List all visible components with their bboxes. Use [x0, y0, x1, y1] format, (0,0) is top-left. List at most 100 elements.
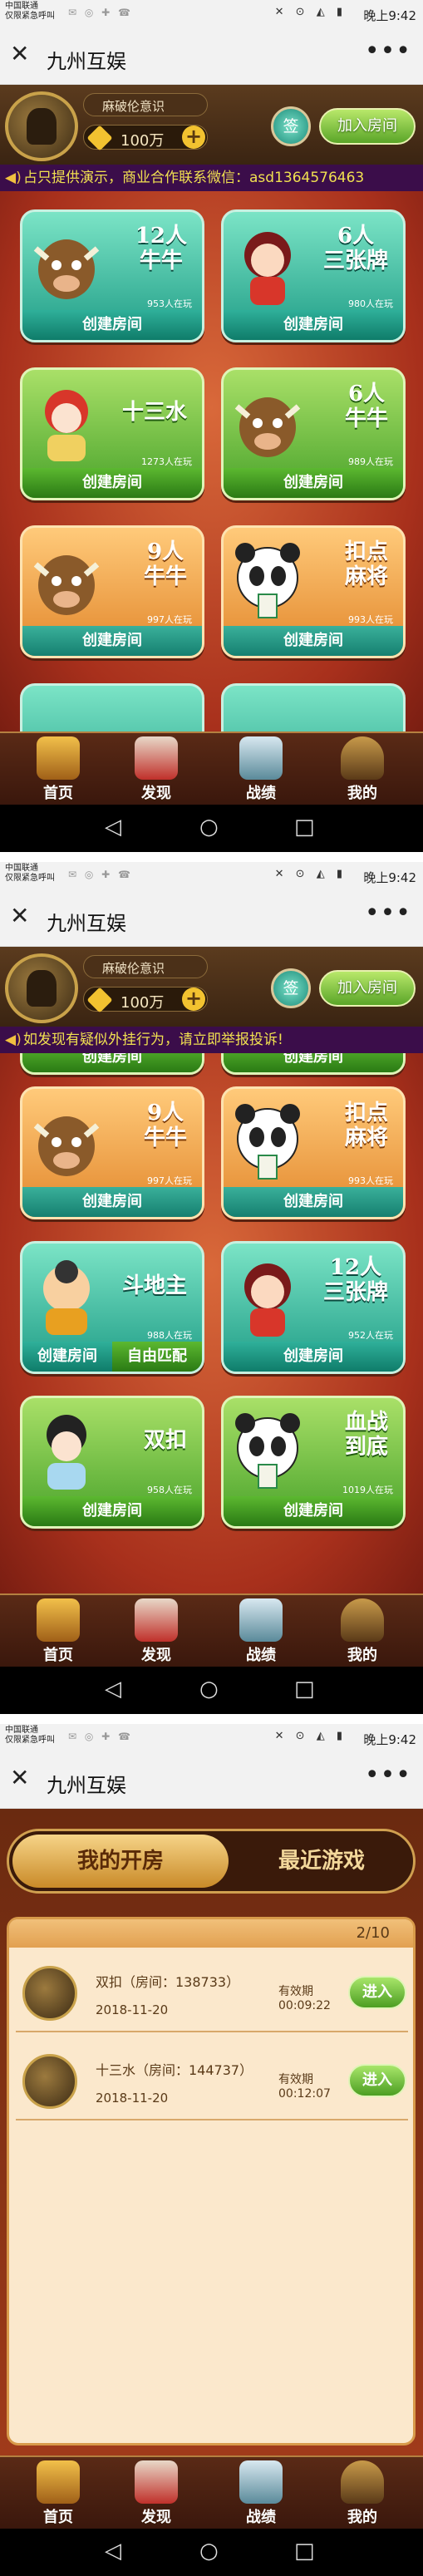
create-room-button[interactable]: 创建房间	[224, 626, 403, 656]
back-icon[interactable]: ◁	[105, 1677, 121, 1702]
more-icon[interactable]: •••	[365, 37, 411, 66]
create-room-button[interactable]: 创建房间	[224, 1342, 403, 1372]
game-card[interactable]: 双扣 958人在玩 创建房间	[20, 1396, 204, 1529]
avatar[interactable]	[5, 91, 78, 161]
room-date: 2018-11-20	[96, 2002, 169, 2017]
girl-mascot-icon	[244, 232, 291, 305]
create-room-button[interactable]: 创建房间	[22, 1342, 112, 1372]
panda-mascot-icon	[235, 543, 300, 618]
home-circle-icon[interactable]: ○	[199, 2539, 219, 2564]
game-card[interactable]: 9人 牛牛 997人在玩 创建房间	[20, 525, 204, 658]
close-icon[interactable]: ✕	[10, 40, 29, 67]
more-icon[interactable]: •••	[365, 1761, 411, 1790]
nav-record[interactable]: 战绩	[228, 736, 294, 803]
create-room-button[interactable]: 创建房间	[22, 1496, 202, 1526]
create-room-button[interactable]: 创建房间	[22, 626, 202, 656]
enter-room-button[interactable]: 进入	[348, 2064, 406, 2097]
nav-discover[interactable]: 发现	[123, 736, 189, 803]
game-card[interactable]: 6人 牛牛 989人在玩 创建房间	[221, 367, 406, 500]
room-name: 十三水（房间：144737）	[96, 2062, 253, 2078]
game-card[interactable]: 12人 三张牌 952人在玩 创建房间	[221, 1241, 406, 1374]
game-card[interactable]: 6人 三张牌 980人在玩 创建房间	[221, 209, 406, 342]
create-room-button[interactable]: 创建房间	[224, 1496, 403, 1526]
join-room-button[interactable]: 加入房间	[319, 970, 416, 1007]
game-card-partial[interactable]: 创建房间	[20, 1053, 204, 1075]
nav-home[interactable]: 首页	[25, 1598, 91, 1665]
nav-record[interactable]: 战绩	[228, 2460, 294, 2527]
join-room-button[interactable]: 加入房间	[319, 108, 416, 145]
avatar[interactable]	[5, 953, 78, 1023]
home-circle-icon[interactable]: ○	[199, 1677, 219, 1702]
player-count: 993人在玩	[348, 1175, 393, 1186]
nav-profile[interactable]: 我的	[329, 2460, 396, 2527]
game-card[interactable]: 扣点 麻将 993人在玩 创建房间	[221, 1086, 406, 1219]
home-circle-icon[interactable]: ○	[199, 815, 219, 840]
nav-discover[interactable]: 发现	[123, 1598, 189, 1665]
nav-label: 战绩	[246, 1647, 276, 1664]
coin-amount: 100万	[121, 994, 165, 1012]
nav-home[interactable]: 首页	[25, 2460, 91, 2527]
create-room-button[interactable]: 创建房间	[22, 468, 202, 498]
discover-icon	[135, 2460, 178, 2504]
game-name: 9人 牛牛	[143, 1101, 187, 1150]
game-name: 6人 三张牌	[322, 224, 388, 273]
create-room-button[interactable]: 创建房间	[22, 1187, 202, 1217]
nav-home[interactable]: 首页	[25, 736, 91, 803]
system-icons: ✕ ⊙ ◭ ▮	[274, 1730, 347, 1742]
free-match-button[interactable]: 自由匹配	[112, 1342, 202, 1372]
nav-record[interactable]: 战绩	[228, 1598, 294, 1665]
create-room-button[interactable]: 创建房间	[22, 310, 202, 340]
game-card-partial[interactable]	[20, 683, 204, 731]
sign-in-button[interactable]: 签	[271, 106, 311, 146]
tab-recent-games[interactable]: 最近游戏	[230, 1835, 413, 1888]
back-icon[interactable]: ◁	[105, 2539, 121, 2564]
game-card[interactable]: 9人 牛牛 997人在玩 创建房间	[20, 1086, 204, 1219]
lady-mascot-icon	[47, 1415, 86, 1490]
game-card[interactable]: 12人 牛牛 953人在玩 创建房间	[20, 209, 204, 342]
back-icon[interactable]: ◁	[105, 815, 121, 840]
create-room-button[interactable]: 创建房间	[224, 468, 403, 498]
system-icons: ✕ ⊙ ◭ ▮	[274, 6, 347, 18]
user-name: 麻破伦意识	[83, 955, 208, 978]
close-icon[interactable]: ✕	[10, 1764, 29, 1791]
game-card-partial[interactable]	[221, 683, 406, 731]
record-icon	[239, 736, 283, 780]
game-card[interactable]: 扣点 麻将 993人在玩 创建房间	[221, 525, 406, 658]
create-room-button[interactable]: 创建房间	[224, 310, 403, 340]
add-coins-button[interactable]: +	[182, 126, 205, 149]
recents-icon[interactable]: □	[294, 1677, 315, 1702]
screen-lobby-2: 中国联通 仅限紧急呼叫 ✉ ◎ ✚ ☎ ✕ ⊙ ◭ ▮ 晚上9:42 ✕ 九州互…	[0, 862, 423, 1714]
more-icon[interactable]: •••	[365, 899, 411, 928]
coin-icon	[86, 125, 113, 151]
game-card-partial[interactable]: 创建房间	[221, 1053, 406, 1075]
clock: 晚上9:42	[363, 870, 416, 885]
game-card[interactable]: 斗地主 988人在玩 创建房间 自由匹配	[20, 1241, 204, 1374]
recents-icon[interactable]: □	[294, 815, 315, 840]
nav-label: 发现	[141, 785, 171, 802]
nav-profile[interactable]: 我的	[329, 1598, 396, 1665]
nav-label: 发现	[141, 2509, 171, 2526]
player-count: 952人在玩	[348, 1330, 393, 1341]
game-card[interactable]: 十三水 1273人在玩 创建房间	[20, 367, 204, 500]
game-card[interactable]: 血战 到底 1019人在玩 创建房间	[221, 1396, 406, 1529]
create-room-button[interactable]: 创建房间	[224, 1053, 403, 1072]
nav-discover[interactable]: 发现	[123, 2460, 189, 2527]
nav-label: 我的	[347, 1647, 377, 1664]
notification-icons: ✉ ◎ ✚ ☎	[68, 1731, 133, 1742]
bottom-nav: 首页 发现 战绩 我的	[0, 2455, 423, 2529]
enter-room-button[interactable]: 进入	[348, 1976, 406, 2009]
room-date: 2018-11-20	[96, 2091, 169, 2106]
close-icon[interactable]: ✕	[10, 902, 29, 929]
rooms-panel: 2/10 双扣（房间：138733） 2018-11-20 有效期 00:09:…	[7, 1917, 416, 2445]
profile-icon	[341, 1598, 384, 1642]
recents-icon[interactable]: □	[294, 2539, 315, 2564]
sign-in-button[interactable]: 签	[271, 968, 311, 1008]
tab-my-rooms[interactable]: 我的开房	[12, 1835, 229, 1888]
create-room-button[interactable]: 创建房间	[22, 1053, 202, 1072]
nav-profile[interactable]: 我的	[329, 736, 396, 803]
carrier-text: 中国联通 仅限紧急呼叫	[5, 864, 55, 883]
create-room-button[interactable]: 创建房间	[224, 1187, 403, 1217]
add-coins-button[interactable]: +	[182, 988, 205, 1011]
bull-mascot-icon	[33, 1116, 100, 1176]
game-name: 扣点 麻将	[344, 1101, 388, 1150]
